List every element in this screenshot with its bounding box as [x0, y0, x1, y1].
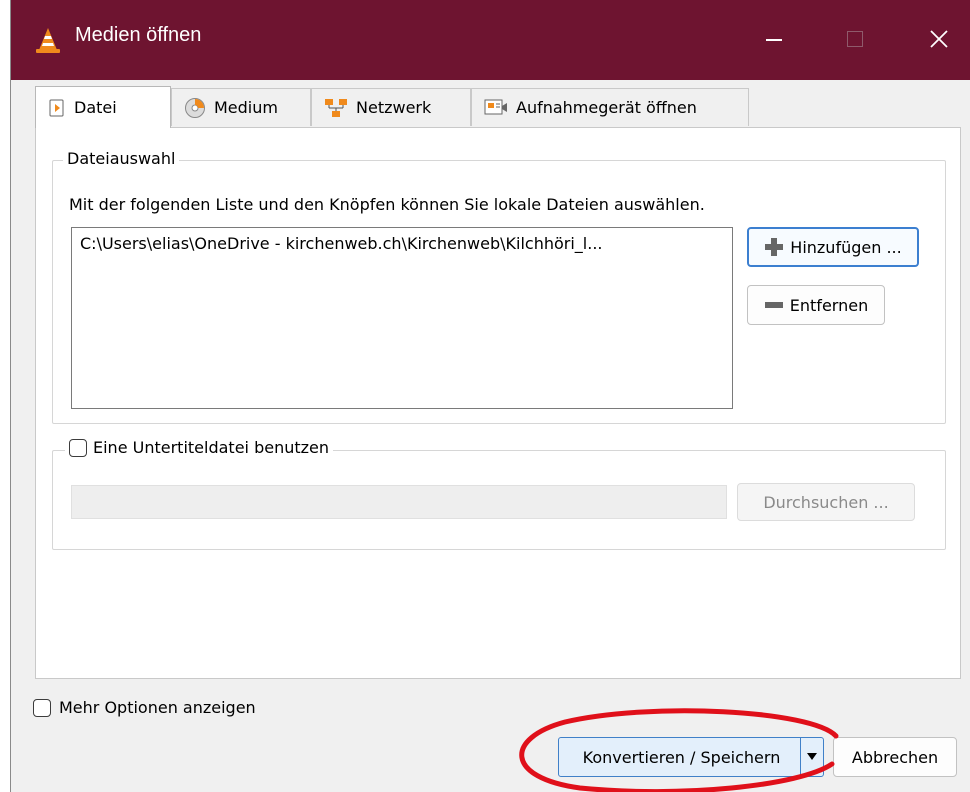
plus-icon [765, 238, 784, 256]
file-list[interactable]: C:\Users\elias\OneDrive - kirchenweb.ch\… [71, 227, 733, 409]
disc-icon [185, 97, 205, 118]
remove-file-button[interactable]: Entfernen [747, 285, 885, 325]
tab-capture-device[interactable]: Aufnahmegerät öffnen [471, 88, 749, 126]
capture-device-icon [484, 99, 507, 114]
tab-disc[interactable]: Medium [171, 88, 311, 126]
maximize-button[interactable] [831, 18, 877, 62]
tab-network[interactable]: Netzwerk [311, 88, 471, 126]
more-options-checkbox[interactable] [33, 698, 51, 717]
tab-file[interactable]: Datei [35, 86, 171, 128]
subtitle-group: Eine Untertiteldatei benutzen Durchsuche… [52, 438, 946, 550]
file-selection-description: Mit der folgenden Liste und den Knöpfen … [69, 195, 705, 214]
file-list-item[interactable]: C:\Users\elias\OneDrive - kirchenweb.ch\… [80, 234, 720, 253]
file-icon [49, 99, 64, 116]
more-options-row[interactable]: Mehr Optionen anzeigen [33, 698, 256, 717]
file-selection-group: Dateiauswahl Mit der folgenden Liste und… [52, 149, 946, 424]
subtitle-checkbox-row[interactable]: Eine Untertiteldatei benutzen [65, 438, 333, 457]
cancel-button[interactable]: Abbrechen [833, 737, 957, 777]
window-title: Medien öffnen [75, 24, 202, 46]
tab-panel-file: Dateiauswahl Mit der folgenden Liste und… [35, 127, 961, 679]
browse-subtitle-label: Durchsuchen ... [763, 492, 889, 512]
add-file-label: Hinzufügen ... [790, 237, 902, 257]
network-icon [325, 98, 347, 117]
minimize-button[interactable] [751, 18, 797, 62]
more-options-label: Mehr Optionen anzeigen [59, 698, 256, 717]
minus-icon [764, 302, 783, 308]
tab-file-label: Datei [74, 98, 117, 117]
cancel-label: Abbrechen [851, 747, 939, 767]
convert-dropdown-button[interactable] [800, 738, 823, 776]
remove-file-label: Entfernen [789, 295, 869, 315]
subtitle-path-input[interactable] [71, 485, 727, 519]
chevron-down-icon [807, 753, 817, 760]
tab-network-label: Netzwerk [356, 98, 432, 117]
browse-subtitle-button[interactable]: Durchsuchen ... [737, 483, 915, 521]
close-button[interactable] [916, 18, 962, 62]
title-bar[interactable]: Medien öffnen [11, 0, 970, 80]
subtitle-checkbox-label: Eine Untertiteldatei benutzen [93, 438, 329, 457]
tab-disc-label: Medium [214, 98, 278, 117]
file-selection-legend: Dateiauswahl [63, 149, 180, 168]
convert-save-button[interactable]: Konvertieren / Speichern [558, 737, 824, 777]
add-file-button[interactable]: Hinzufügen ... [747, 227, 919, 267]
tab-capture-device-label: Aufnahmegerät öffnen [516, 98, 697, 117]
vlc-cone-icon [36, 28, 60, 53]
close-icon [930, 30, 948, 48]
subtitle-checkbox[interactable] [69, 438, 87, 457]
convert-save-label: Konvertieren / Speichern [582, 747, 781, 767]
open-media-dialog: Medien öffnen Datei Medium Netzwerk Aufn… [10, 0, 970, 792]
